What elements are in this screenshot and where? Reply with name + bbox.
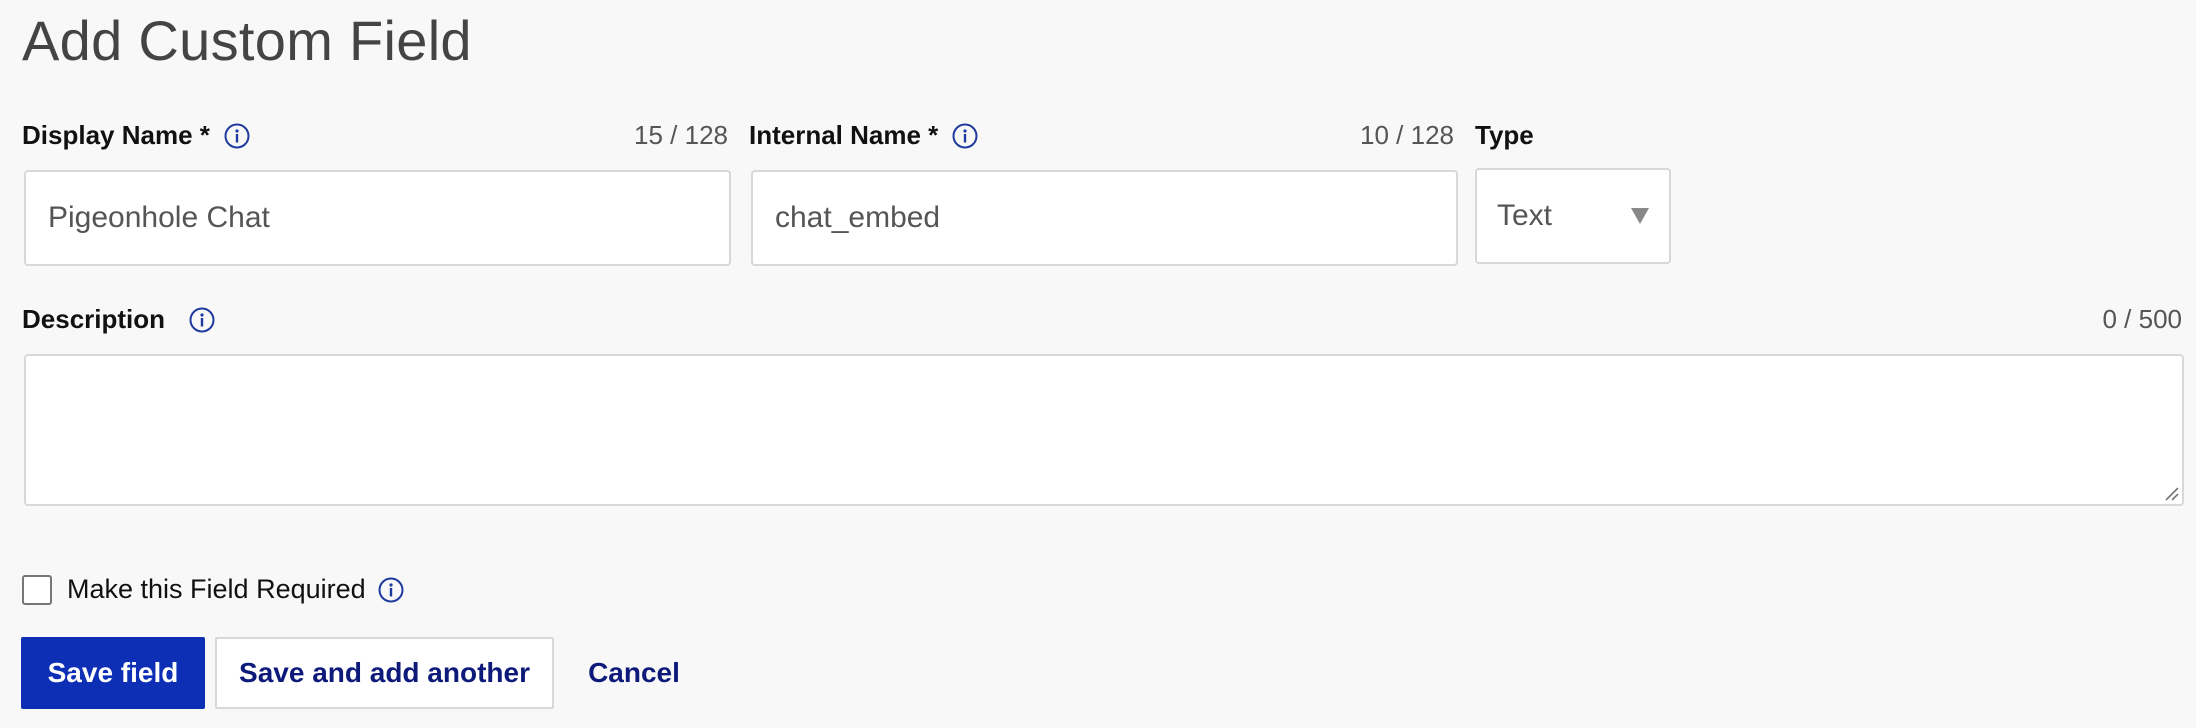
display-name-counter: 15 / 128: [634, 120, 728, 150]
required-checkbox[interactable]: [22, 575, 52, 605]
description-label-row: Description: [22, 304, 215, 335]
display-name-label-row: Display Name *: [22, 120, 250, 151]
description-textarea[interactable]: [24, 354, 2184, 506]
internal-name-input[interactable]: chat_embed: [751, 170, 1458, 266]
type-selected-value: Text: [1497, 199, 1553, 232]
save-field-button[interactable]: Save field: [21, 637, 205, 709]
required-label-row: Make this Field Required: [67, 574, 404, 605]
internal-name-label-row: Internal Name *: [749, 120, 978, 151]
type-label: Type: [1475, 120, 1534, 150]
page-title: Add Custom Field: [22, 9, 472, 72]
display-name-label: Display Name *: [22, 120, 210, 150]
info-icon[interactable]: [224, 123, 250, 149]
save-and-add-another-button[interactable]: Save and add another: [215, 637, 554, 709]
triangle-down-icon: [1631, 208, 1649, 224]
info-icon[interactable]: [378, 577, 404, 603]
internal-name-label: Internal Name *: [749, 120, 939, 150]
resize-grip-icon[interactable]: [2163, 485, 2179, 501]
description-label: Description: [22, 304, 166, 334]
internal-name-counter: 10 / 128: [1360, 120, 1454, 150]
required-label[interactable]: Make this Field Required: [67, 574, 366, 605]
display-name-value: Pigeonhole Chat: [48, 201, 270, 234]
info-icon[interactable]: [189, 307, 215, 333]
internal-name-value: chat_embed: [775, 201, 941, 234]
display-name-input[interactable]: Pigeonhole Chat: [24, 170, 731, 266]
type-select[interactable]: Text: [1475, 168, 1671, 264]
description-counter: 0 / 500: [2102, 304, 2182, 334]
info-icon[interactable]: [952, 123, 978, 149]
cancel-button[interactable]: Cancel: [574, 637, 694, 709]
